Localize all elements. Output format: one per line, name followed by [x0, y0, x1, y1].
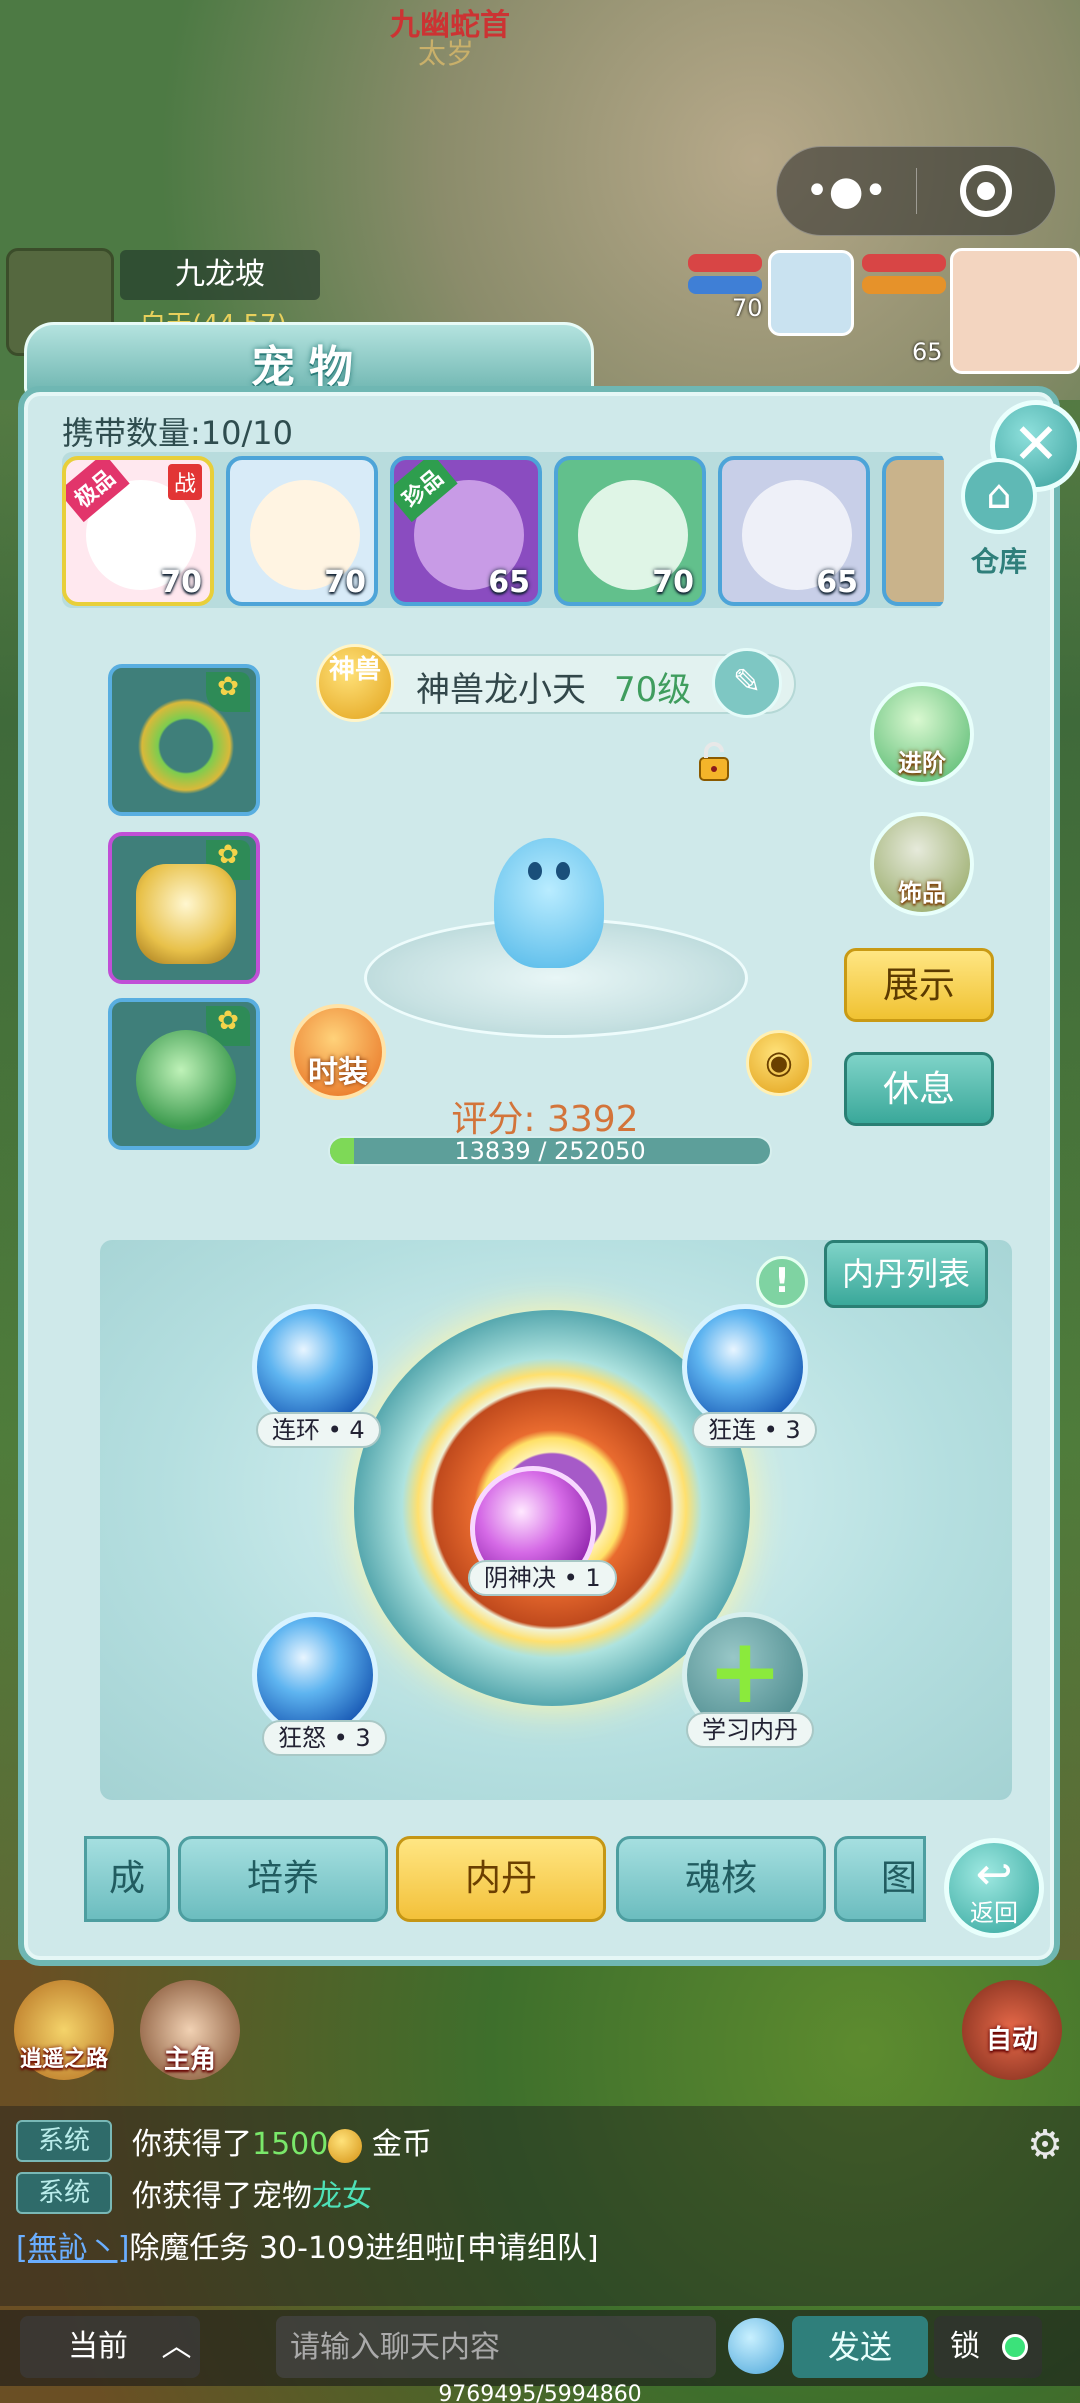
lock-status-dot	[1002, 2334, 1028, 2360]
exp-text: 13839 / 252050	[454, 1137, 646, 1165]
accessory-label: 饰品	[898, 879, 946, 907]
tab-growth[interactable]: 成	[84, 1836, 170, 1922]
pet-score: 评分: 3392	[451, 1099, 639, 1140]
pet-level: 70	[160, 565, 202, 600]
show-button[interactable]: 展示	[844, 948, 994, 1022]
chat-suffix: 金币	[371, 2127, 432, 2162]
accessory-button[interactable]: 饰品	[870, 812, 974, 916]
mp-bar	[688, 276, 762, 294]
pet-avatar-small[interactable]	[768, 250, 854, 336]
auto-battle-icon[interactable]: 自动	[962, 1980, 1062, 2080]
tab-inner-core[interactable]: 内丹	[396, 1836, 606, 1922]
advance-button[interactable]: 进阶	[870, 682, 974, 786]
chat-prefix: 你获得了	[132, 2127, 252, 2162]
pet-level: 65	[816, 565, 858, 600]
chevron-up-icon: ︿	[161, 2329, 192, 2364]
hp-bar	[862, 254, 946, 272]
more-dots-icon[interactable]: •●•	[777, 147, 916, 235]
mp-bar	[862, 276, 946, 294]
chat-body[interactable]: 除魔任务 30-109进组啦[申请组队]	[129, 2231, 598, 2266]
info-icon[interactable]: !	[756, 1256, 808, 1308]
pet-level-text: 70级	[614, 670, 692, 710]
protagonist-icon[interactable]: 主角	[140, 1980, 240, 2080]
player-avatar[interactable]	[950, 248, 1080, 374]
chat-text: 你获得了1500 金币	[132, 2119, 432, 2163]
chat-message: 组队 [無訫丶]除魔任务 30-109进组啦[申请组队]	[16, 2222, 599, 2268]
channel-select-label: 当前	[68, 2329, 128, 2364]
chat-area: 系统 你获得了1500 金币 系统 你获得了宠物龙女 组队 [無訫丶]除魔任务 …	[0, 2106, 1080, 2306]
pet-slot[interactable]: 70	[226, 456, 378, 606]
warehouse-button[interactable]: ⌂ 仓库	[954, 452, 1044, 612]
pet-level: 70	[324, 565, 366, 600]
pet-slot[interactable]: 65	[718, 456, 870, 606]
back-arrow-icon: ↩	[975, 1849, 1013, 1900]
user-link[interactable]: [無訫丶]	[16, 2231, 129, 2266]
team-panel[interactable]: 70 65	[686, 248, 1080, 378]
warehouse-label: 仓库	[970, 545, 1027, 578]
road-of-freedom-icon[interactable]: 逍遥之路	[14, 1980, 114, 2080]
tab-soul-core[interactable]: 魂核	[616, 1836, 826, 1922]
boss-title: 太岁	[418, 37, 475, 70]
pet-slot[interactable]	[882, 456, 944, 606]
chat-message: 系统 你获得了1500 金币	[16, 2118, 432, 2164]
hp-bar	[688, 254, 762, 272]
rename-brush-icon[interactable]: ✎	[712, 648, 782, 718]
gear-icon[interactable]: ⚙	[1022, 2122, 1068, 2168]
pet-list: 极品 战 70 70 珍品 65 70 65	[62, 452, 944, 608]
tab-illustration[interactable]: 图	[834, 1836, 926, 1922]
skill-label: 狂怒 • 3	[262, 1720, 387, 1756]
back-button[interactable]: ↩ 返回	[944, 1838, 1044, 1938]
lock-label: 锁	[950, 2329, 980, 2364]
member-level: 65	[912, 338, 943, 366]
armor-icon	[136, 864, 236, 964]
exp-bar: 13839 / 252050	[328, 1136, 772, 1166]
chat-prefix: 你获得了宠物	[132, 2179, 312, 2214]
skill-label: 阴神决 • 1	[468, 1560, 617, 1596]
channel-badge[interactable]: 系统	[16, 2172, 112, 2214]
skill-label: 狂连 • 3	[692, 1412, 817, 1448]
chat-input-bar: 当前 ︿ 发送 锁	[0, 2310, 1080, 2386]
pet-slot[interactable]: 珍品 65	[390, 456, 542, 606]
core-list-button[interactable]: 内丹列表	[824, 1240, 988, 1308]
equip-slot-armor[interactable]: ✿	[108, 832, 260, 984]
chat-message: 系统 你获得了宠物龙女	[16, 2170, 372, 2216]
miniprogram-capsule: •●•	[776, 146, 1056, 236]
tab-cultivate[interactable]: 培养	[178, 1836, 388, 1922]
emoji-icon[interactable]	[728, 2318, 784, 2374]
lock-toggle[interactable]: 锁	[934, 2316, 1042, 2378]
advance-label: 进阶	[898, 749, 946, 777]
channel-select[interactable]: 当前 ︿	[20, 2316, 200, 2378]
skill-label: 学习内丹	[686, 1712, 814, 1748]
back-label: 返回	[970, 1899, 1018, 1927]
pet-model[interactable]	[494, 838, 604, 968]
pet-slot[interactable]: 70	[554, 456, 706, 606]
battle-badge: 战	[167, 464, 202, 500]
chat-input[interactable]	[276, 2316, 716, 2378]
gold-coin-icon	[328, 2128, 363, 2163]
lock-icon[interactable]	[692, 740, 736, 784]
ring-icon	[136, 696, 236, 796]
divine-beast-badge: 神兽	[316, 644, 394, 722]
equip-slot-ring[interactable]: ✿	[108, 664, 260, 816]
send-button[interactable]: 发送	[792, 2316, 928, 2378]
chat-text: [無訫丶]除魔任务 30-109进组啦[申请组队]	[16, 2223, 599, 2267]
pet-level: 65	[488, 565, 530, 600]
carry-count: 携带数量:10/10	[62, 414, 294, 452]
pet-name-link[interactable]: 龙女	[312, 2179, 372, 2214]
member-level: 70	[732, 294, 763, 322]
house-icon: ⌂	[961, 458, 1037, 534]
skill-label: 连环 • 4	[256, 1412, 381, 1448]
chat-text: 你获得了宠物龙女	[132, 2171, 372, 2215]
pet-slot[interactable]: 极品 战 70	[62, 456, 214, 606]
gold-amount: 1500	[252, 2127, 329, 2162]
coordinate-readout: 9769495/5994860	[438, 2382, 642, 2403]
target-ring-icon[interactable]	[917, 147, 1056, 235]
channel-badge[interactable]: 系统	[16, 2120, 112, 2162]
eye-icon[interactable]: ◉	[746, 1030, 812, 1096]
location-name: 九龙坡	[120, 250, 320, 300]
pet-name: 神兽龙小天	[416, 670, 586, 710]
fashion-button[interactable]: 时装	[290, 1004, 386, 1100]
window-title-ribbon: 宠物	[24, 322, 594, 396]
pet-level: 70	[652, 565, 694, 600]
